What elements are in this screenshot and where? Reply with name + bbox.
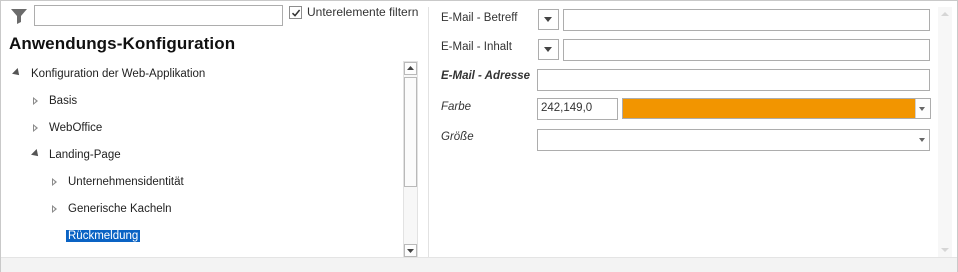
tree-item-label: Unternehmensidentität bbox=[68, 176, 184, 188]
color-picker-dropdown-icon[interactable] bbox=[915, 99, 930, 118]
chevron-down-icon bbox=[919, 138, 925, 142]
subelements-filter-label[interactable]: Unterelemente filtern bbox=[307, 5, 418, 19]
configuration-window: Unterelemente filtern Anwendungs-Konfigu… bbox=[0, 0, 958, 272]
scroll-thumb[interactable] bbox=[404, 77, 417, 187]
funnel-icon[interactable] bbox=[10, 7, 28, 25]
scroll-down-button[interactable] bbox=[938, 243, 952, 257]
tree-item-basis[interactable]: Basis bbox=[31, 92, 77, 110]
tree-item-label: Konfiguration der Web-Applikation bbox=[31, 68, 206, 80]
email-body-field[interactable] bbox=[563, 39, 930, 61]
subelements-filter-checkbox[interactable] bbox=[289, 6, 302, 19]
color-rgb-field[interactable]: 242,149,0 bbox=[537, 98, 618, 120]
color-rgb-value: 242,149,0 bbox=[541, 102, 593, 114]
arrow-down-icon bbox=[407, 249, 414, 253]
tree-item-web-app-config[interactable]: Konfiguration der Web-Applikation bbox=[11, 65, 205, 83]
email-body-dropdown-button[interactable] bbox=[538, 39, 559, 60]
expanded-arrow-icon[interactable] bbox=[31, 149, 41, 159]
email-address-label: E-Mail - Adresse bbox=[441, 70, 531, 82]
color-swatch bbox=[623, 99, 916, 118]
collapsed-arrow-icon[interactable] bbox=[52, 205, 57, 213]
email-subject-field[interactable] bbox=[563, 9, 930, 31]
tree-item-label: WebOffice bbox=[49, 122, 103, 134]
email-address-field[interactable] bbox=[537, 69, 930, 91]
tree-item-weboffice[interactable]: WebOffice bbox=[31, 119, 102, 137]
tree-item-label: Rückmeldung bbox=[66, 230, 141, 242]
tree-item-generic-tiles[interactable]: Generische Kacheln bbox=[50, 200, 172, 218]
tree-item-corporate-identity[interactable]: Unternehmensidentität bbox=[50, 173, 184, 191]
size-label: Größe bbox=[441, 131, 474, 143]
tree-item-label: Basis bbox=[49, 95, 78, 107]
tree-scrollbar[interactable] bbox=[403, 61, 418, 258]
expanded-arrow-icon[interactable] bbox=[12, 68, 22, 78]
panel-title: Anwendungs-Konfiguration bbox=[9, 34, 236, 53]
tree-item-label: Landing-Page bbox=[49, 149, 121, 161]
color-label: Farbe bbox=[441, 101, 472, 113]
status-bar bbox=[1, 257, 957, 272]
filter-input[interactable] bbox=[34, 5, 283, 26]
properties-scrollbar[interactable] bbox=[938, 7, 952, 257]
checkmark-icon bbox=[291, 9, 301, 17]
size-select[interactable] bbox=[537, 129, 930, 151]
email-subject-dropdown-button[interactable] bbox=[538, 9, 559, 30]
scroll-up-button[interactable] bbox=[404, 62, 417, 75]
tree-item-landing-page[interactable]: Landing-Page bbox=[31, 146, 121, 164]
panel-divider[interactable] bbox=[428, 7, 429, 257]
collapsed-arrow-icon[interactable] bbox=[33, 124, 38, 132]
scroll-down-button[interactable] bbox=[404, 244, 417, 257]
color-picker[interactable] bbox=[622, 98, 931, 119]
collapsed-arrow-icon[interactable] bbox=[33, 97, 38, 105]
collapsed-arrow-icon[interactable] bbox=[52, 178, 57, 186]
tree-item-feedback[interactable]: Rückmeldung bbox=[66, 227, 141, 245]
tree-item-label: Generische Kacheln bbox=[68, 203, 172, 215]
scroll-up-button[interactable] bbox=[938, 7, 952, 21]
email-subject-label: E-Mail - Betreff bbox=[441, 12, 518, 24]
arrow-up-icon bbox=[407, 66, 414, 70]
email-body-label: E-Mail - Inhalt bbox=[441, 41, 512, 53]
